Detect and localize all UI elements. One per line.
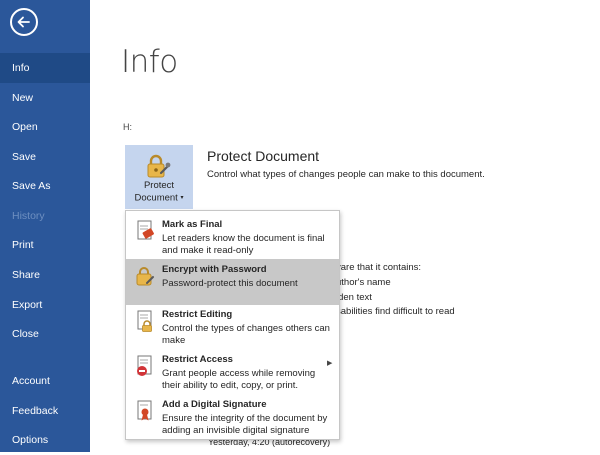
protect-document-menu: Mark as Final Let readers know the docum… (125, 210, 340, 440)
nav-save-as[interactable]: Save As (0, 171, 90, 201)
menu-item-title: Encrypt with Password (162, 264, 267, 275)
menu-item-title: Restrict Editing (162, 309, 233, 320)
nav-open[interactable]: Open (0, 112, 90, 142)
restrict-editing-icon (137, 310, 152, 332)
protect-description: Control what types of changes people can… (207, 169, 485, 180)
inspect-line: vare that it contains: (336, 262, 422, 273)
submenu-arrow-icon: ▶ (327, 360, 333, 367)
back-arrow-icon (17, 16, 30, 28)
menu-item-restrict-access[interactable]: Restrict Access Grant people access whil… (126, 349, 339, 395)
menu-item-title: Restrict Access (162, 354, 233, 365)
menu-item-add-digital-signature[interactable]: Add a Digital Signature Ensure the integ… (126, 394, 339, 440)
inspect-line: lden text (336, 292, 372, 303)
menu-item-desc: Password-protect this document (162, 278, 298, 289)
restrict-access-icon (137, 355, 152, 376)
menu-item-restrict-editing[interactable]: Restrict Editing Control the types of ch… (126, 304, 339, 350)
protect-document-button[interactable]: Protect Document ▾ (125, 145, 193, 209)
menu-item-desc: Let readers know the document is final a… (162, 233, 325, 256)
dropdown-caret-icon: ▾ (180, 195, 184, 201)
protect-heading: Protect Document (207, 148, 320, 164)
menu-item-desc: Grant people access while removing their… (162, 368, 316, 391)
nav-feedback[interactable]: Feedback (0, 396, 90, 426)
menu-item-title: Add a Digital Signature (162, 399, 267, 410)
menu-item-desc: Control the types of changes others can … (162, 323, 330, 346)
menu-item-desc: Ensure the integrity of the document by … (162, 413, 328, 436)
lock-key-icon (147, 154, 171, 178)
nav-info[interactable]: Info (0, 53, 90, 83)
mark-final-icon (137, 220, 154, 240)
nav-print[interactable]: Print (0, 230, 90, 260)
encrypt-lock-icon (136, 267, 154, 286)
nav-save[interactable]: Save (0, 142, 90, 172)
menu-item-title: Mark as Final (162, 219, 223, 230)
nav-options[interactable]: Options (0, 425, 90, 455)
nav-close[interactable]: Close (0, 319, 90, 349)
page-title: Info (121, 44, 178, 80)
nav-share[interactable]: Share (0, 260, 90, 290)
digital-signature-icon (137, 400, 152, 421)
document-path: H: (123, 122, 132, 132)
inspect-line: uthor's name (336, 277, 391, 288)
nav-history: History (12, 210, 45, 222)
back-button[interactable] (10, 8, 38, 36)
nav-export[interactable]: Export (0, 290, 90, 320)
backstage-sidebar: Info New Open Save Save As History Print… (0, 0, 90, 452)
nav-new[interactable]: New (0, 83, 90, 113)
protect-tile-label: Protect Document ▾ (134, 180, 184, 204)
inspect-line: sabilities find difficult to read (336, 306, 455, 317)
nav-account[interactable]: Account (0, 366, 90, 396)
menu-item-encrypt-with-password[interactable]: Encrypt with Password Password-protect t… (126, 259, 339, 305)
menu-item-mark-as-final[interactable]: Mark as Final Let readers know the docum… (126, 214, 339, 260)
